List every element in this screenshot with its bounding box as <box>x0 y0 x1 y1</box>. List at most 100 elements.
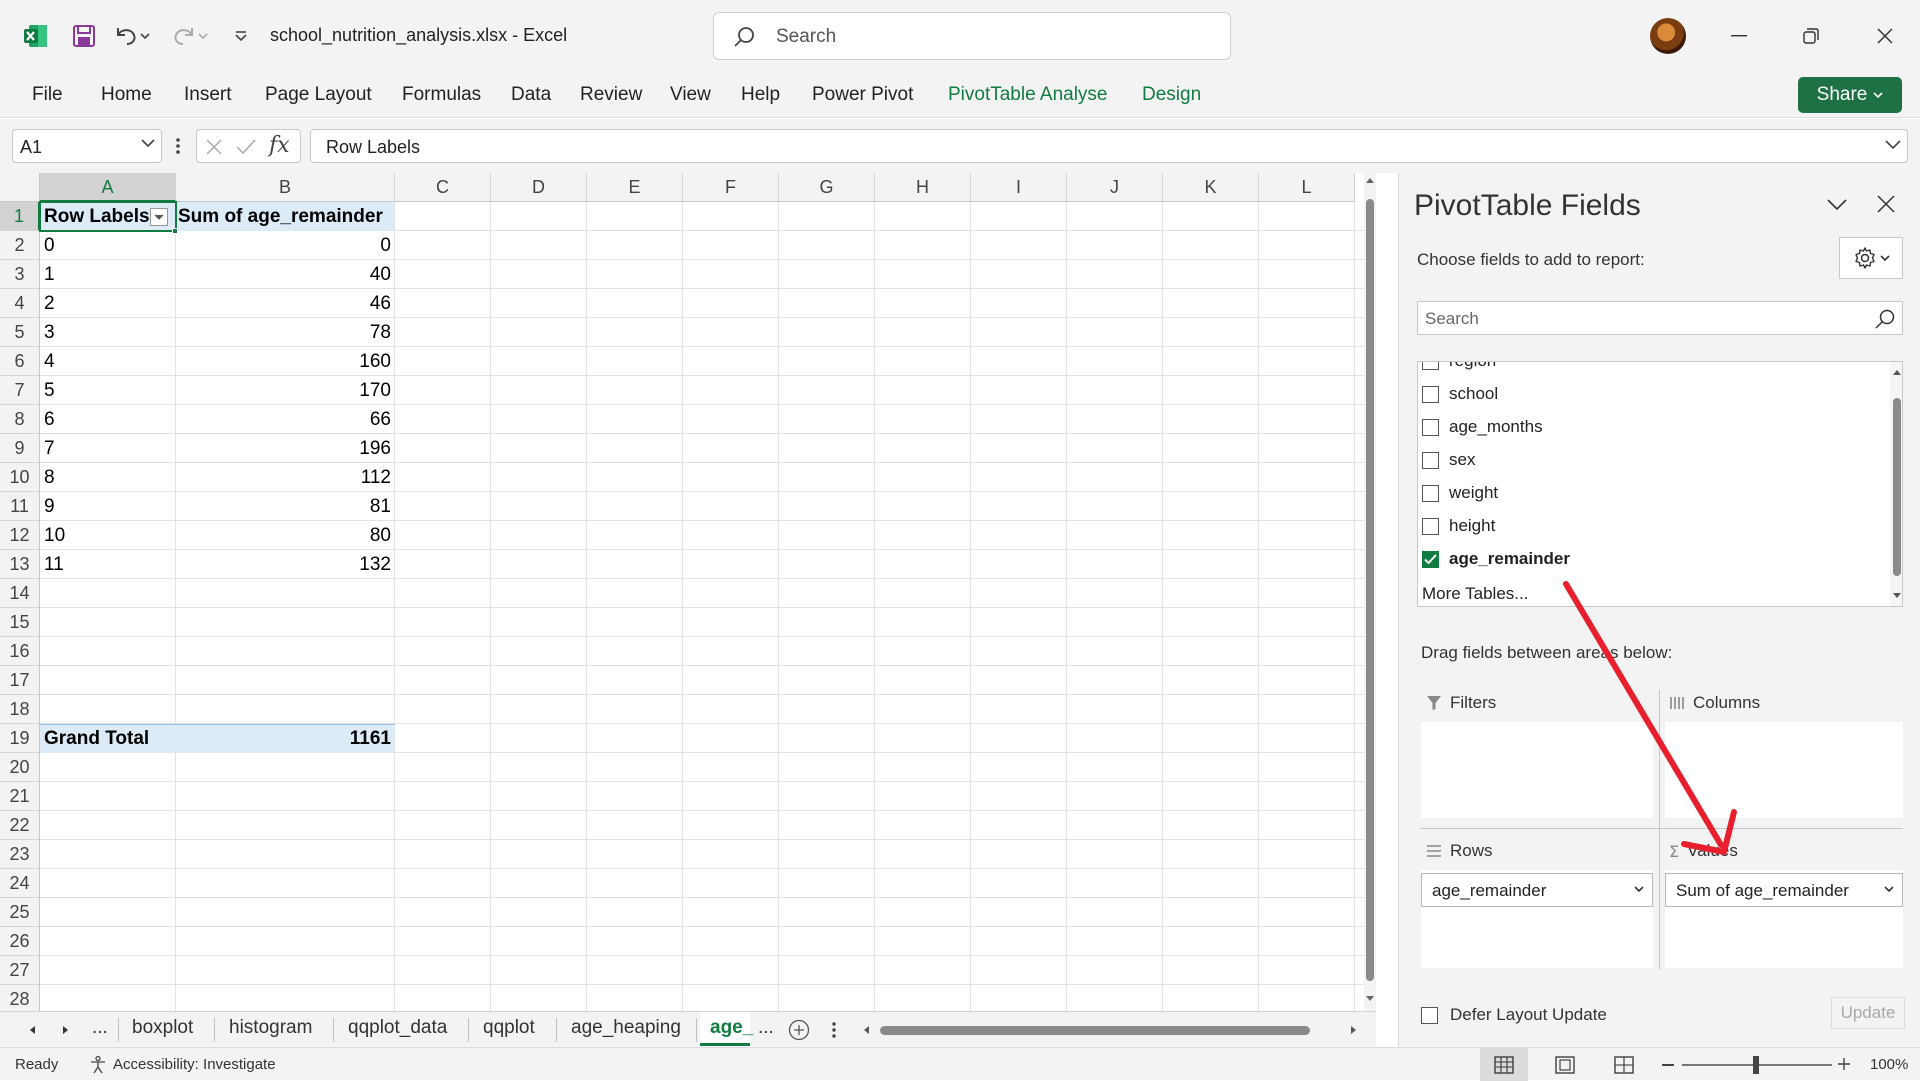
pivot-row-value[interactable]: 132 <box>176 550 395 579</box>
accessibility-icon[interactable] <box>88 1055 108 1075</box>
row-header-11[interactable]: 11 <box>0 492 40 521</box>
field-checkbox[interactable] <box>1422 418 1439 436</box>
pivot-row-value[interactable]: 160 <box>176 347 395 376</box>
normal-view-icon[interactable] <box>1494 1056 1514 1074</box>
row-header-12[interactable]: 12 <box>0 521 40 550</box>
tab-design[interactable]: Design <box>1142 84 1201 106</box>
column-header-i[interactable]: I <box>971 173 1067 202</box>
name-box-chevron-down-icon[interactable] <box>141 139 155 148</box>
row-header-18[interactable]: 18 <box>0 695 40 724</box>
tab-home[interactable]: Home <box>101 84 152 106</box>
row-header-4[interactable]: 4 <box>0 289 40 318</box>
column-header-d[interactable]: D <box>491 173 587 202</box>
defer-layout-update[interactable]: Defer Layout Update <box>1421 1005 1607 1025</box>
pivot-row-value[interactable]: 81 <box>176 492 395 521</box>
insert-function-fx-icon[interactable]: fx <box>269 133 290 158</box>
columns-drop-area[interactable] <box>1665 722 1903 818</box>
row-header-15[interactable]: 15 <box>0 608 40 637</box>
row-header-14[interactable]: 14 <box>0 579 40 608</box>
pivot-row-label[interactable]: 11 <box>40 550 176 579</box>
column-header-j[interactable]: J <box>1067 173 1163 202</box>
share-button[interactable]: Share <box>1798 77 1902 113</box>
enter-check-icon[interactable] <box>235 138 257 156</box>
pivot-row-value[interactable]: 40 <box>176 260 395 289</box>
column-header-k[interactable]: K <box>1163 173 1259 202</box>
redo-dropdown-chevron-down-icon[interactable] <box>196 22 210 50</box>
pane-close-icon[interactable] <box>1877 195 1895 213</box>
pivot-row-value[interactable]: 78 <box>176 318 395 347</box>
row-header-25[interactable]: 25 <box>0 898 40 927</box>
minimize-icon[interactable] <box>1724 22 1754 50</box>
update-button[interactable]: Update <box>1831 997 1905 1029</box>
grand-total-label[interactable]: Grand Total <box>40 724 176 753</box>
scroll-left-icon[interactable] <box>862 1025 870 1035</box>
row-header-1[interactable]: 1 <box>0 202 40 231</box>
row-header-7[interactable]: 7 <box>0 376 40 405</box>
field-search-input[interactable]: Search <box>1417 301 1903 335</box>
column-header-b[interactable]: B <box>176 173 395 202</box>
field-checkbox[interactable] <box>1422 385 1439 403</box>
pivot-row-label[interactable]: 1 <box>40 260 176 289</box>
pivot-row-label[interactable]: 0 <box>40 231 176 260</box>
sheet-tab-histogram[interactable]: histogram <box>229 1017 312 1039</box>
prev-sheet-icon[interactable] <box>28 1025 36 1035</box>
row-header-13[interactable]: 13 <box>0 550 40 579</box>
pivot-row-value[interactable]: 66 <box>176 405 395 434</box>
field-checkbox[interactable] <box>1422 484 1439 502</box>
rows-field-pill[interactable]: age_remainder <box>1421 873 1653 907</box>
tab-insert[interactable]: Insert <box>184 84 232 106</box>
field-checkbox[interactable] <box>1422 362 1439 370</box>
horizontal-scroll-thumb[interactable] <box>880 1026 1310 1035</box>
column-header-e[interactable]: E <box>587 173 683 202</box>
zoom-slider-thumb[interactable] <box>1753 1056 1759 1074</box>
zoom-out-icon[interactable] <box>1662 1064 1674 1066</box>
search-box[interactable]: Search <box>713 12 1231 60</box>
field-item-weight[interactable]: weight <box>1422 480 1498 506</box>
sheet-tab-boxplot[interactable]: boxplot <box>132 1017 193 1039</box>
sheet-tab-active-age[interactable]: age_ <box>710 1017 753 1039</box>
undo-dropdown-chevron-down-icon[interactable] <box>138 22 152 50</box>
row-header-27[interactable]: 27 <box>0 956 40 985</box>
scroll-right-icon[interactable] <box>1350 1025 1358 1035</box>
row-header-5[interactable]: 5 <box>0 318 40 347</box>
row-header-2[interactable]: 2 <box>0 231 40 260</box>
sheets-ellipsis-left[interactable]: ... <box>92 1017 108 1039</box>
pivot-row-value[interactable]: 0 <box>176 231 395 260</box>
field-list-settings-button[interactable] <box>1839 237 1903 279</box>
pivot-row-label[interactable]: 3 <box>40 318 176 347</box>
pivot-row-label[interactable]: 6 <box>40 405 176 434</box>
scroll-up-icon[interactable] <box>1365 176 1375 184</box>
field-list-scroll-down-icon[interactable] <box>1892 592 1902 600</box>
select-all-corner[interactable] <box>0 173 40 202</box>
row-header-6[interactable]: 6 <box>0 347 40 376</box>
values-field-pill[interactable]: Sum of age_remainder <box>1665 873 1903 907</box>
pivot-row-value[interactable]: 46 <box>176 289 395 318</box>
tab-page-layout[interactable]: Page Layout <box>265 84 372 106</box>
undo-icon[interactable] <box>112 22 140 50</box>
column-header-f[interactable]: F <box>683 173 779 202</box>
pivot-value-header[interactable]: Sum of age_remainder <box>176 202 395 231</box>
row-header-9[interactable]: 9 <box>0 434 40 463</box>
column-header-a[interactable]: A <box>40 173 176 202</box>
row-header-26[interactable]: 26 <box>0 927 40 956</box>
row-header-17[interactable]: 17 <box>0 666 40 695</box>
sheet-tab-age-heaping[interactable]: age_heaping <box>571 1017 681 1039</box>
name-box[interactable]: A1 <box>12 129 162 163</box>
vertical-scrollbar[interactable] <box>1364 173 1376 1011</box>
next-sheet-icon[interactable] <box>62 1025 70 1035</box>
zoom-level[interactable]: 100% <box>1870 1056 1908 1073</box>
row-header-16[interactable]: 16 <box>0 637 40 666</box>
sheet-tab-qqplot[interactable]: qqplot <box>483 1017 535 1039</box>
field-item-region[interactable]: region <box>1422 362 1496 374</box>
row-header-23[interactable]: 23 <box>0 840 40 869</box>
pivot-row-value[interactable]: 170 <box>176 376 395 405</box>
scroll-down-icon[interactable] <box>1365 995 1375 1003</box>
tab-data[interactable]: Data <box>511 84 551 106</box>
pivot-row-value[interactable]: 196 <box>176 434 395 463</box>
page-layout-view-icon[interactable] <box>1555 1056 1575 1074</box>
tab-pivottable-analyse[interactable]: PivotTable Analyse <box>948 84 1108 106</box>
row-header-22[interactable]: 22 <box>0 811 40 840</box>
row-header-20[interactable]: 20 <box>0 753 40 782</box>
pivot-row-value[interactable]: 80 <box>176 521 395 550</box>
sheet-options-icon[interactable] <box>832 1021 836 1039</box>
